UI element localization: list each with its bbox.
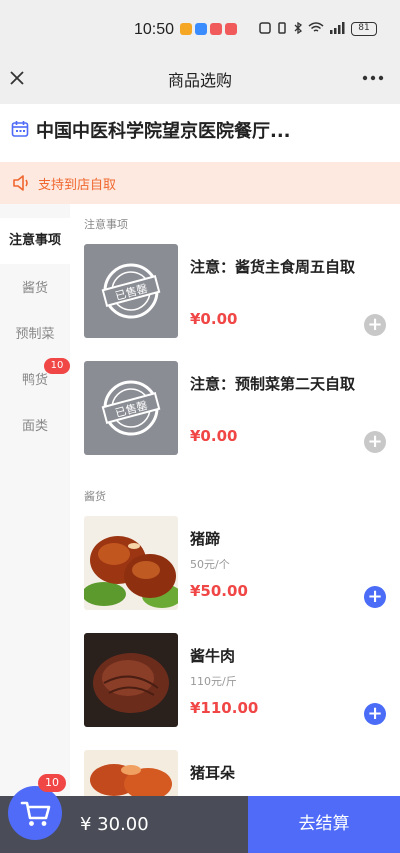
store-name: 中国中医科学院望京医院餐厅... (36, 121, 291, 142)
product-name: 酱牛肉 (190, 647, 236, 665)
page-title: 商品选购 (167, 71, 232, 90)
app-notification-icon (225, 23, 237, 35)
product-name: 猪耳朵 (190, 764, 236, 782)
product-name: 猪蹄 (190, 530, 221, 548)
sold-out-image: 已售罄 (84, 244, 178, 338)
cart-button[interactable]: 10 (8, 774, 66, 840)
product-item[interactable]: 猪耳朵 (84, 750, 400, 796)
app-notification-icon (195, 23, 207, 35)
nav-bar: 商品选购 (0, 52, 400, 104)
product-price: ¥50.00 (190, 582, 248, 600)
product-spec: 50元/个 (190, 558, 230, 571)
battery-icon: 81 (351, 22, 377, 36)
add-to-cart-button[interactable]: + (364, 314, 386, 336)
status-bar: 10:50 81 (0, 0, 400, 52)
section-title: 注意事项 (84, 218, 128, 231)
cart-icon (20, 801, 51, 826)
product-item[interactable]: 已售罄 注意：酱货主食周五自取 ¥0.00 + (84, 244, 400, 340)
add-to-cart-button[interactable]: + (364, 431, 386, 453)
product-item[interactable]: 猪蹄 50元/个 ¥50.00 + (84, 516, 400, 612)
sidebar-item-noodles[interactable]: 面类 (0, 404, 70, 450)
sold-out-stamp-icon: 已售罄 (101, 263, 161, 319)
cart-total: ¥ 30.00 (80, 814, 149, 835)
nfc-icon (259, 22, 271, 34)
app-notification-icon (180, 23, 192, 35)
notice-banner: 支持到店自取 (0, 162, 400, 204)
sidebar-item-prepared[interactable]: 预制菜 (0, 312, 70, 358)
clock: 10:50 (134, 21, 175, 38)
bluetooth-icon (294, 22, 303, 34)
system-icons (259, 22, 347, 34)
product-name: 注意：酱货主食周五自取 (190, 258, 356, 276)
sold-out-image: 已售罄 (84, 361, 178, 455)
calendar-icon (11, 121, 29, 137)
category-sidebar: 注意事项 酱货 预制菜 鸭货 10 面类 (0, 204, 70, 796)
notice-text: 支持到店自取 (38, 178, 117, 193)
speaker-icon (13, 175, 28, 191)
product-price: ¥0.00 (190, 427, 238, 445)
product-image (84, 633, 178, 727)
more-icon[interactable] (359, 64, 387, 92)
product-name: 注意：预制菜第二天自取 (190, 375, 356, 393)
app-notification-icon (210, 23, 222, 35)
cart-count-badge: 10 (38, 774, 66, 792)
cart-bar: ¥ 30.00 10 去结算 (0, 774, 400, 853)
sidebar-item-duck[interactable]: 鸭货 10 (0, 358, 70, 404)
count-badge: 10 (44, 358, 70, 374)
sidebar-item-braised[interactable]: 酱货 (0, 266, 70, 312)
checkout-button[interactable]: 去结算 (248, 796, 400, 853)
section-title: 酱货 (84, 490, 106, 503)
sidebar-item-notes[interactable]: 注意事项 (0, 218, 70, 264)
product-item[interactable]: 酱牛肉 110元/斤 ¥110.00 + (84, 633, 400, 729)
add-to-cart-button[interactable]: + (364, 586, 386, 608)
vibrate-icon (278, 22, 286, 34)
product-price: ¥110.00 (190, 699, 259, 717)
product-image (84, 750, 178, 796)
product-price: ¥0.00 (190, 310, 238, 328)
product-item[interactable]: 已售罄 注意：预制菜第二天自取 ¥0.00 + (84, 361, 400, 457)
notification-icons (180, 23, 237, 35)
add-to-cart-button[interactable]: + (364, 703, 386, 725)
wifi-icon (308, 22, 324, 32)
product-image (84, 516, 178, 610)
store-header[interactable]: 中国中医科学院望京医院餐厅... (0, 104, 400, 154)
signal-icon (330, 22, 345, 34)
sold-out-stamp-icon: 已售罄 (101, 380, 161, 436)
product-spec: 110元/斤 (190, 675, 237, 688)
product-list[interactable]: 注意事项 已售罄 注意：酱货主食周五自取 ¥0.00 + 已售罄 注意：预制菜第… (70, 204, 400, 796)
